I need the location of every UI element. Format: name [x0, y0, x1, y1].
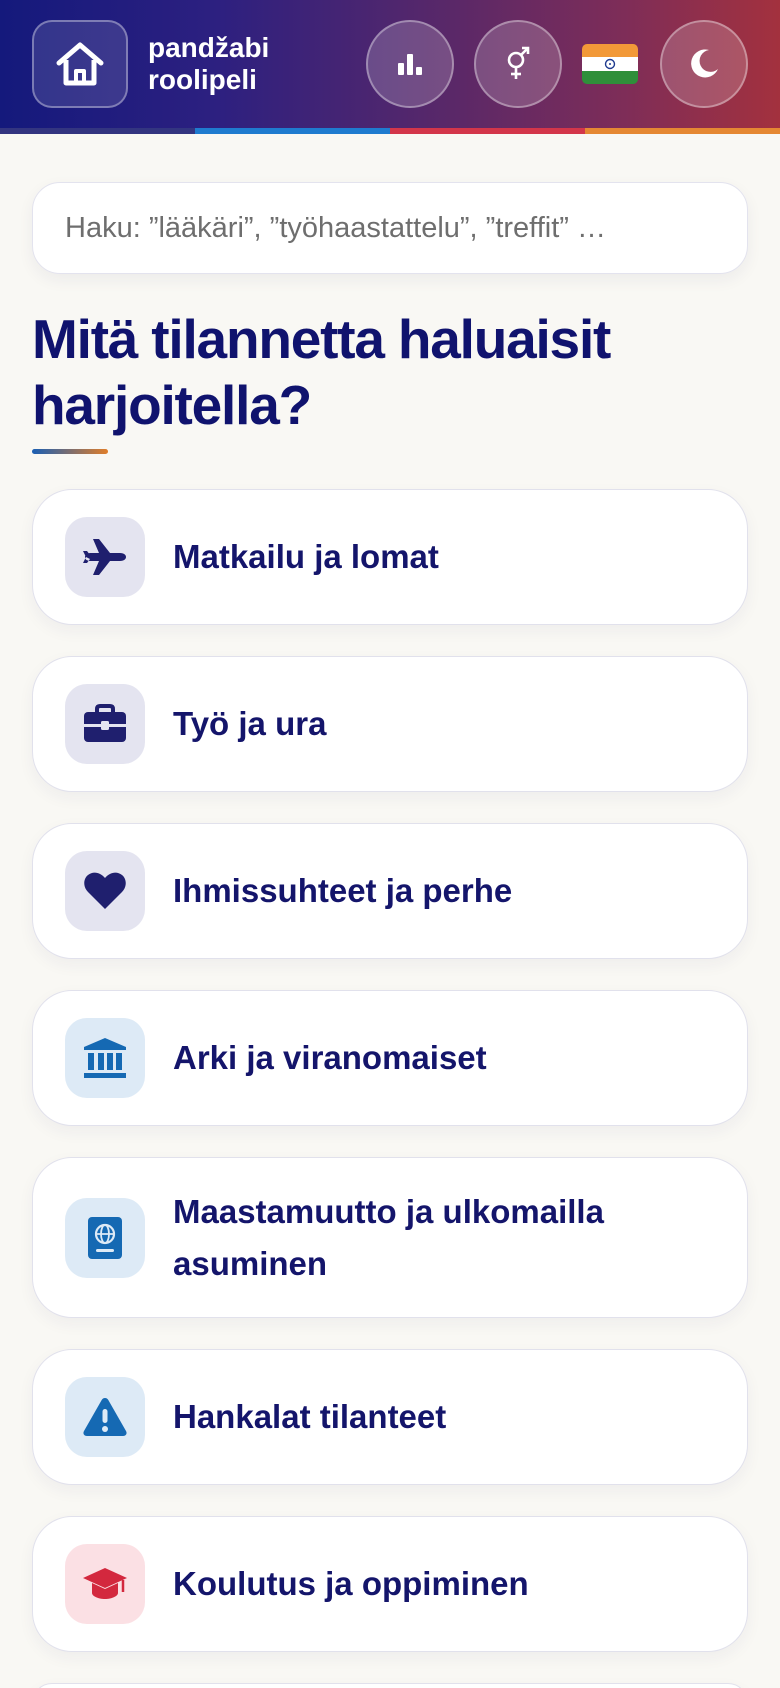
- category-label: Koulutus ja oppiminen: [173, 1565, 529, 1602]
- category-label: Maastamuutto ja ulkomailla asuminen: [173, 1192, 604, 1282]
- header-stripe: [0, 128, 780, 134]
- heart-icon: [65, 851, 145, 931]
- stats-icon: [398, 54, 422, 75]
- stripe-segment: [585, 128, 780, 134]
- stats-button[interactable]: [366, 20, 454, 108]
- category-card-everyday[interactable]: Arki ja viranomaiset: [32, 990, 748, 1126]
- app-header: pandžabi roolipeli: [0, 0, 780, 134]
- brand-language: pandžabi: [148, 32, 270, 63]
- stripe-segment: [390, 128, 585, 134]
- gender-icon: [507, 46, 530, 79]
- warning-icon: [65, 1377, 145, 1457]
- building-columns-icon: [65, 1018, 145, 1098]
- title-underline: [32, 449, 108, 454]
- stripe-segment: [0, 128, 195, 134]
- category-card-emigration[interactable]: Maastamuutto ja ulkomailla asuminen: [32, 1157, 748, 1318]
- page-title: Mitä tilannetta haluaisit harjoitella?: [32, 308, 611, 436]
- category-label: Hankalat tilanteet: [173, 1398, 447, 1435]
- category-label: Ihmissuhteet ja perhe: [173, 872, 513, 909]
- app-brand: pandžabi roolipeli: [148, 32, 269, 96]
- passport-icon: [65, 1197, 145, 1278]
- briefcase-icon: [65, 684, 145, 764]
- category-card-relationships[interactable]: Ihmissuhteet ja perhe: [32, 823, 748, 959]
- home-button[interactable]: [32, 20, 128, 108]
- search-input[interactable]: [65, 211, 715, 245]
- category-label: Työ ja ura: [173, 705, 327, 742]
- stripe-segment: [195, 128, 390, 134]
- dark-mode-button[interactable]: [660, 20, 748, 108]
- search-bar[interactable]: [32, 182, 748, 274]
- graduation-cap-icon: [65, 1544, 145, 1624]
- category-card-next[interactable]: [32, 1683, 748, 1688]
- category-label: Matkailu ja lomat: [173, 538, 439, 575]
- home-icon: [56, 42, 104, 86]
- category-card-work[interactable]: Työ ja ura: [32, 656, 748, 792]
- moon-icon: [691, 49, 718, 78]
- category-card-difficult-situations[interactable]: Hankalat tilanteet: [32, 1349, 748, 1485]
- category-card-education[interactable]: Koulutus ja oppiminen: [32, 1516, 748, 1652]
- india-flag-icon[interactable]: [582, 44, 638, 84]
- gender-button[interactable]: [474, 20, 562, 108]
- category-label: Arki ja viranomaiset: [173, 1039, 487, 1076]
- brand-subtitle: roolipeli: [148, 64, 257, 95]
- category-card-travel[interactable]: Matkailu ja lomat: [32, 489, 748, 625]
- plane-icon: [65, 517, 145, 597]
